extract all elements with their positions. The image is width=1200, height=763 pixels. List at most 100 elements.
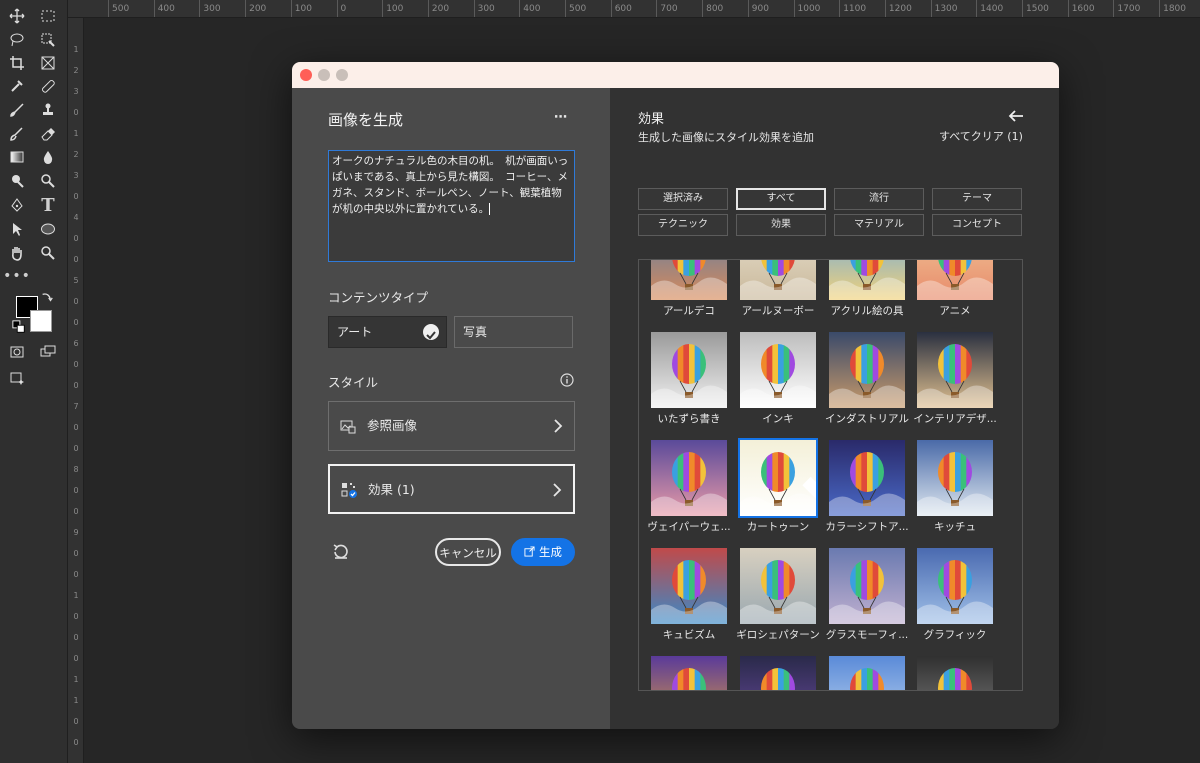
ruler-left-label: 0 <box>73 255 79 264</box>
zoom-tool-icon-alt[interactable] <box>37 171 59 191</box>
filter-button[interactable]: テクニック <box>638 214 728 236</box>
brush-tool-icon[interactable] <box>6 100 28 120</box>
ruler-top-label: 500 <box>565 0 586 17</box>
pen-tool-icon[interactable] <box>6 195 28 215</box>
effect-thumbnail[interactable] <box>829 440 905 516</box>
vertical-ruler: 1 2 3 0 1 2 3 0 4 0 0 5 0 0 6 0 0 7 0 0 8 0 0 9 0 0 1 0 0 0 1 1 0 0 <box>68 18 84 763</box>
close-window-icon[interactable] <box>300 69 312 81</box>
content-type-art-button[interactable]: アート <box>328 316 447 348</box>
effects-panel: 効果 生成した画像にスタイル効果を追加 すべてクリア (1) 選択済み すべて 流行… <box>610 88 1059 729</box>
blur-tool-icon[interactable] <box>37 147 59 167</box>
prompt-textarea[interactable]: オークのナチュラル色の木目の机。 机が画面いっぱいまである、真上から見た構図。 … <box>328 150 575 262</box>
checkmark-circle-icon <box>423 324 439 340</box>
ruler-left-label: 0 <box>73 381 79 390</box>
effect-thumbnail[interactable] <box>651 332 727 408</box>
clear-all-button[interactable]: すべてクリア (1) <box>939 128 1023 144</box>
effect-thumbnail[interactable] <box>829 656 905 690</box>
ruler-left-label: 0 <box>73 108 79 117</box>
ruler-left-label: 0 <box>73 192 79 201</box>
effect-label: キッチュ <box>934 521 976 533</box>
crop-tool-icon[interactable] <box>6 53 28 73</box>
more-options-icon[interactable]: ⋯ <box>554 110 567 125</box>
swap-colors-icon[interactable] <box>40 290 54 304</box>
ruler-left-label: 7 <box>73 402 79 411</box>
marquee-tool-icon[interactable] <box>37 6 59 26</box>
effect-thumbnail[interactable] <box>740 260 816 300</box>
default-colors-icon[interactable] <box>12 320 26 334</box>
move-tool-icon[interactable] <box>6 6 28 26</box>
filter-button[interactable]: マテリアル <box>834 214 924 236</box>
ruler-left-label: 0 <box>73 234 79 243</box>
effect-thumbnail[interactable] <box>829 260 905 300</box>
healing-brush-icon[interactable] <box>37 76 59 96</box>
effect-label: アクリル絵の具 <box>830 305 904 317</box>
ellipse-tool-icon[interactable] <box>37 219 59 239</box>
cancel-button[interactable]: キャンセル <box>435 538 501 566</box>
effects-button[interactable]: 効果 (1) <box>328 464 575 514</box>
more-tools-icon[interactable]: ••• <box>3 266 30 286</box>
zoom-window-icon[interactable] <box>336 69 348 81</box>
effect-thumbnail[interactable] <box>740 548 816 624</box>
ruler-top-label: 900 <box>747 0 769 17</box>
reference-image-button[interactable]: 参照画像 <box>328 401 575 451</box>
generate-button-label: 生成 <box>539 545 562 559</box>
info-icon[interactable] <box>560 372 574 387</box>
minimize-window-icon[interactable] <box>318 69 330 81</box>
effect-thumbnail[interactable] <box>651 548 727 624</box>
quick-mask-icon[interactable] <box>6 342 28 362</box>
filter-button[interactable]: 選択済み <box>638 188 728 210</box>
eraser-tool-icon[interactable] <box>37 124 59 144</box>
dodge-tool-icon[interactable] <box>6 171 28 191</box>
effect-label: グラスモーフィ... <box>825 629 909 641</box>
screen-mode-icon[interactable] <box>37 342 59 362</box>
filter-button[interactable]: 効果 <box>736 214 826 236</box>
ruler-top-label: 1000 <box>793 0 820 17</box>
background-color-swatch[interactable] <box>30 310 52 332</box>
effect-thumbnail[interactable] <box>917 548 993 624</box>
generate-button[interactable]: 生成 <box>511 538 575 566</box>
effects-button-label: 効果 (1) <box>368 482 415 497</box>
filter-button[interactable]: すべて <box>736 188 826 210</box>
object-select-icon[interactable] <box>37 30 59 50</box>
effect-thumbnail[interactable] <box>917 656 993 690</box>
filter-button[interactable]: コンセプト <box>932 214 1022 236</box>
ruler-left-label: 0 <box>73 423 79 432</box>
frame-tool-icon[interactable] <box>37 53 59 73</box>
ruler-left-label: 1 <box>73 45 79 54</box>
filter-button[interactable]: 流行 <box>834 188 924 210</box>
back-arrow-icon[interactable] <box>1008 108 1024 122</box>
effect-label: インダストリアル <box>825 413 909 425</box>
effect-thumbnail[interactable] <box>740 332 816 408</box>
hand-tool-icon[interactable] <box>6 243 28 263</box>
reset-icon[interactable] <box>332 542 350 560</box>
content-type-photo-button[interactable]: 写真 <box>454 316 573 348</box>
reference-image-label: 参照画像 <box>367 418 418 433</box>
type-tool-icon[interactable]: T <box>37 195 59 216</box>
history-brush-icon[interactable] <box>6 124 28 144</box>
gradient-tool-icon[interactable] <box>6 147 28 167</box>
ruler-left-label: 0 <box>73 633 79 642</box>
effect-thumbnail[interactable] <box>740 656 816 690</box>
effect-thumbnail[interactable] <box>917 260 993 300</box>
reference-image-icon <box>340 418 356 434</box>
zoom-tool-icon[interactable] <box>37 243 59 263</box>
ruler-top-label: 300 <box>199 0 221 17</box>
ruler-left-label: 9 <box>73 528 79 537</box>
generative-fill-icon[interactable] <box>6 368 28 388</box>
ruler-left-label: 8 <box>73 465 79 474</box>
effect-thumbnail[interactable] <box>829 548 905 624</box>
effect-thumbnail[interactable] <box>651 260 727 300</box>
effect-thumbnail[interactable] <box>738 438 818 518</box>
selected-check-icon <box>797 443 816 499</box>
effect-thumbnail[interactable] <box>917 440 993 516</box>
ruler-top-label: 1400 <box>976 0 1003 17</box>
effect-thumbnail[interactable] <box>829 332 905 408</box>
path-select-icon[interactable] <box>6 219 28 239</box>
lasso-tool-icon[interactable] <box>6 30 28 50</box>
effect-thumbnail[interactable] <box>917 332 993 408</box>
filter-button[interactable]: テーマ <box>932 188 1022 210</box>
effect-thumbnail[interactable] <box>651 440 727 516</box>
effect-thumbnail[interactable] <box>651 656 727 690</box>
eyedropper-icon[interactable] <box>6 76 28 96</box>
stamp-tool-icon[interactable] <box>37 100 59 120</box>
